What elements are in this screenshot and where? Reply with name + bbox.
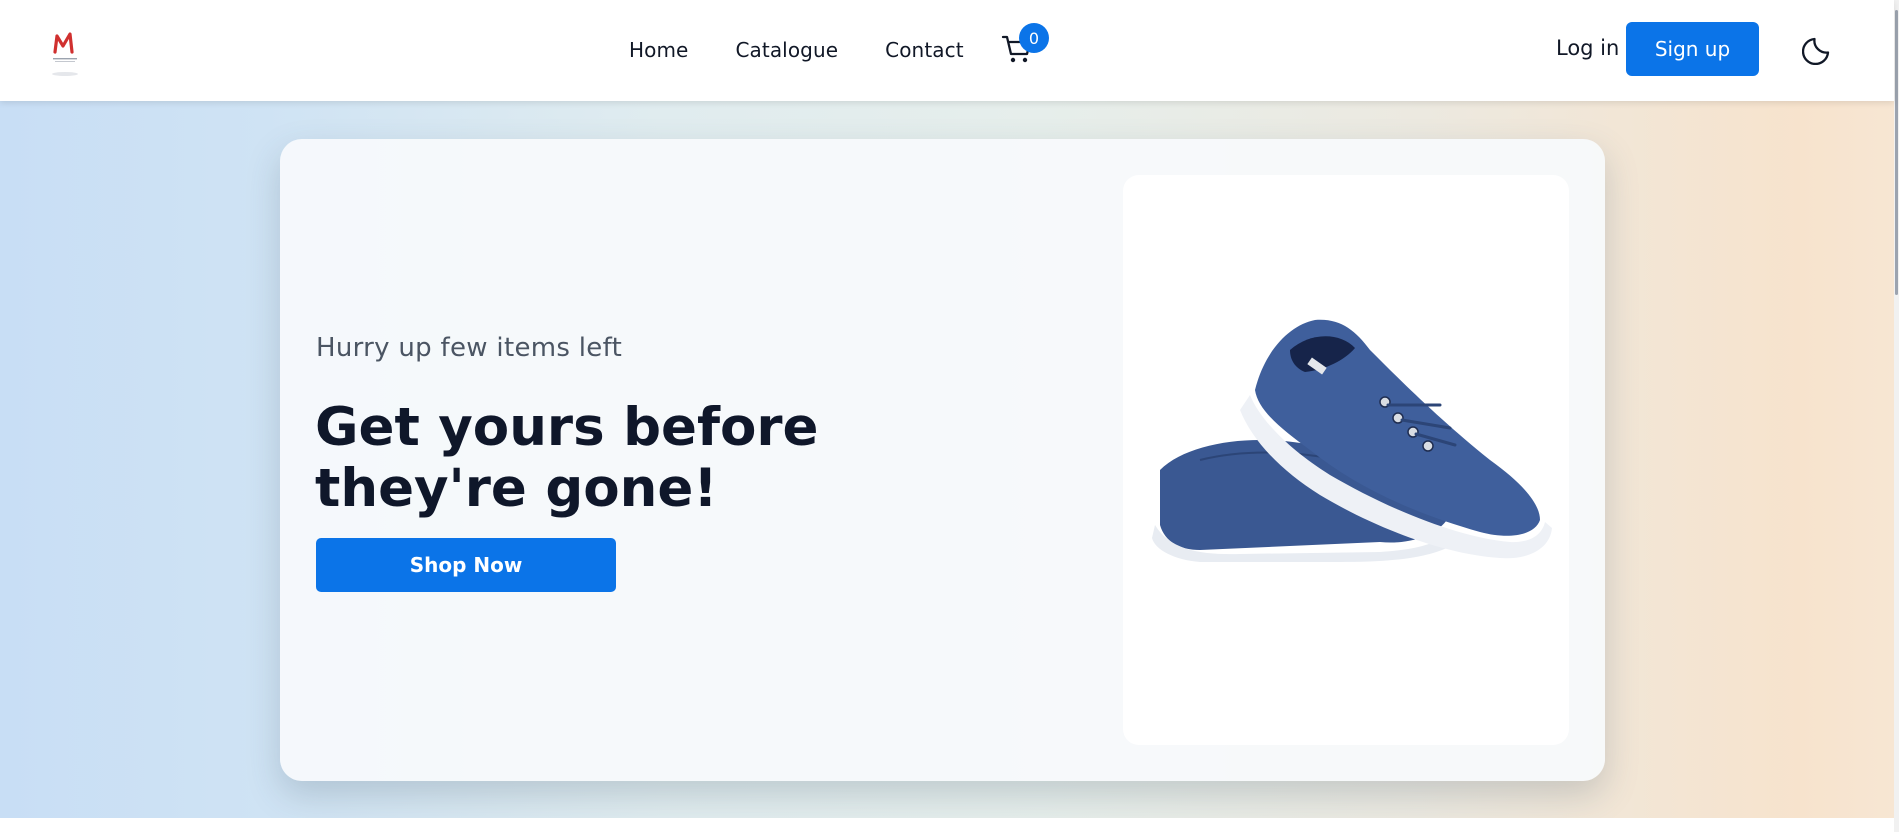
moon-icon[interactable] xyxy=(1801,31,1836,66)
scrollbar-thumb[interactable] xyxy=(1895,10,1898,295)
product-image xyxy=(1140,310,1560,590)
main-nav: Home Catalogue Contact xyxy=(629,36,964,64)
login-link[interactable]: Log in xyxy=(1556,36,1619,60)
shop-now-button[interactable]: Shop Now xyxy=(316,538,616,592)
nav-link-catalogue[interactable]: Catalogue xyxy=(735,38,838,62)
navbar: Home Catalogue Contact 0 Log in Sign up xyxy=(0,0,1894,101)
hero-headline: Get yours before they're gone! xyxy=(315,397,819,519)
brand-logo[interactable] xyxy=(50,30,80,76)
nav-link-contact[interactable]: Contact xyxy=(885,38,964,62)
nav-link-home[interactable]: Home xyxy=(629,38,688,62)
signup-button[interactable]: Sign up xyxy=(1626,22,1759,76)
page-bottom xyxy=(0,818,1894,832)
hero-subtitle: Hurry up few items left xyxy=(316,333,623,363)
cart-count-badge: 0 xyxy=(1019,23,1049,53)
